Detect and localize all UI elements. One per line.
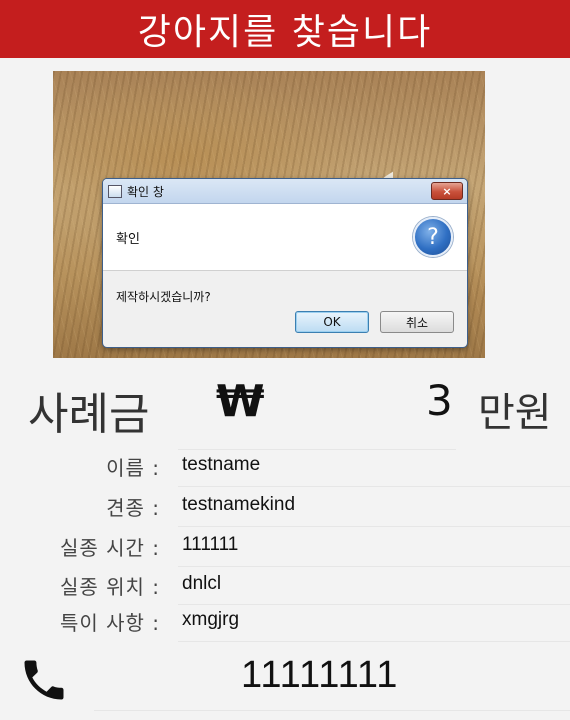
divider xyxy=(178,641,570,642)
reward-unit: 만원 xyxy=(478,390,552,436)
missing-location-label: 실종 위치 : xyxy=(59,575,160,599)
dialog-message: 제작하시겠습니까? xyxy=(116,290,211,304)
phone-number[interactable]: 11111111 xyxy=(241,654,398,697)
phone-icon xyxy=(24,660,64,700)
close-button[interactable]: × xyxy=(431,182,463,200)
missing-time-label: 실종 시간 : xyxy=(59,536,160,560)
window-icon xyxy=(108,184,122,198)
dialog-header-text: 확인 xyxy=(116,232,140,247)
question-icon: ? xyxy=(413,217,453,257)
missing-location-value[interactable]: dnlcl xyxy=(182,573,221,595)
reward-amount[interactable]: 3 xyxy=(426,376,453,425)
dialog-titlebar[interactable]: 확인 창 × xyxy=(103,179,467,204)
divider xyxy=(178,486,570,487)
poster-header: 강아지를 찾습니다 xyxy=(0,0,570,58)
missing-time-value[interactable]: 111111 xyxy=(182,534,238,556)
notes-label: 특이 사항 : xyxy=(59,611,160,635)
divider xyxy=(178,526,570,527)
close-icon: × xyxy=(442,184,452,198)
question-mark: ? xyxy=(427,224,439,250)
name-label: 이름 : xyxy=(106,456,160,480)
divider xyxy=(178,604,570,605)
divider xyxy=(94,710,570,711)
cancel-button[interactable]: 취소 xyxy=(380,311,454,333)
dialog-title: 확인 창 xyxy=(127,184,164,199)
dialog-header: 확인 ? xyxy=(103,204,467,271)
reward-currency: ₩ xyxy=(216,376,265,427)
poster-title: 강아지를 찾습니다 xyxy=(137,12,433,53)
ok-button[interactable]: OK xyxy=(295,311,369,333)
reward-label: 사례금 xyxy=(28,389,150,440)
info-row-name: 이름 : testname xyxy=(0,452,570,490)
breed-label: 견종 : xyxy=(106,496,160,520)
divider xyxy=(178,566,570,567)
divider xyxy=(178,449,456,450)
info-row-notes: 특이 사항 : xmgjrg xyxy=(0,607,570,645)
info-row-time: 실종 시간 : 111111 xyxy=(0,532,570,570)
name-value[interactable]: testname xyxy=(182,454,260,476)
breed-value[interactable]: testnamekind xyxy=(182,494,295,516)
notes-value[interactable]: xmgjrg xyxy=(182,609,239,631)
confirm-dialog: 확인 창 × 확인 ? 제작하시겠습니까? OK 취소 xyxy=(102,178,468,348)
info-row-breed: 견종 : testnamekind xyxy=(0,492,570,530)
